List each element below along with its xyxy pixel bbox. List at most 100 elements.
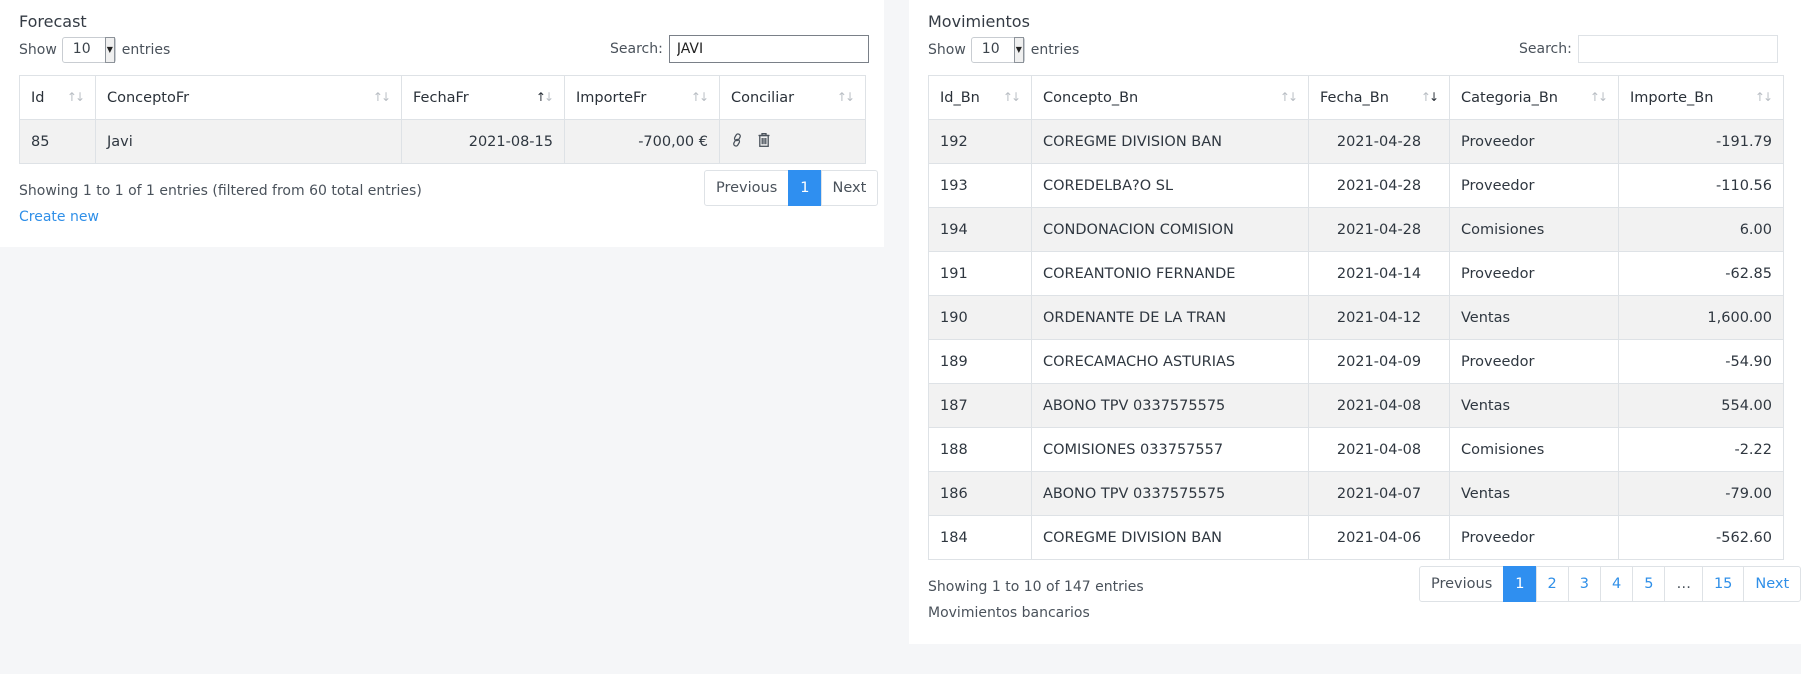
sort-icon: ↑↓ [1754, 90, 1773, 104]
cell-concepto: COREANTONIO FERNANDE [1031, 251, 1309, 296]
search-label: Search: [1519, 41, 1572, 57]
column-header-id-bn[interactable]: Id_Bn ↑↓ [928, 75, 1032, 120]
forecast-search-input[interactable] [668, 35, 869, 63]
cell-concepto: COREDELBA?O SL [1031, 163, 1309, 208]
pagination-page-1[interactable]: 1 [788, 170, 822, 206]
table-row: 190 ORDENANTE DE LA TRAN 2021-04-12 Vent… [928, 295, 1784, 340]
length-show-label: Show [928, 42, 966, 58]
movimientos-length-select[interactable]: 10 ▼ [970, 37, 1025, 63]
movimientos-table: Id_Bn ↑↓ Concepto_Bn ↑↓ Fecha_Bn ↑↓ Categor… [928, 75, 1784, 560]
forecast-panel: Forecast Show 10 ▼ entries Search: Id↑↓ … [0, 0, 884, 247]
column-header-importe-bn[interactable]: Importe_Bn ↑↓ [1618, 75, 1784, 120]
cell-id: 194 [928, 207, 1032, 252]
cell-importe: 554.00 [1618, 383, 1784, 428]
forecast-length-control: Show 10 ▼ entries [19, 37, 170, 63]
sort-icon: ↑↓ [1589, 90, 1608, 104]
sort-icon: ↑↓ [66, 90, 85, 104]
forecast-pagination: Previous 1 Next [704, 170, 879, 206]
sort-icon: ↑↓ [836, 90, 855, 104]
pagination-next[interactable]: Next [820, 170, 879, 206]
pagination-page-3[interactable]: 3 [1567, 566, 1601, 602]
cell-categoria: Proveedor [1449, 119, 1619, 164]
table-row: 186 ABONO TPV 0337575575 2021-04-07 Vent… [928, 471, 1784, 516]
column-header-fecha[interactable]: FechaFr ↑↓ [401, 75, 565, 120]
cell-concepto: ORDENANTE DE LA TRAN [1031, 295, 1309, 340]
cell-concepto: COREGME DIVISION BAN [1031, 119, 1309, 164]
link-icon[interactable] [731, 132, 743, 151]
pagination-previous[interactable]: Previous [1419, 566, 1505, 602]
cell-concepto: ABONO TPV 0337575575 [1031, 471, 1309, 516]
cell-categoria: Proveedor [1449, 251, 1619, 296]
length-select-value: 10 [981, 41, 1000, 57]
cell-categoria: Comisiones [1449, 207, 1619, 252]
cell-importe: -79.00 [1618, 471, 1784, 516]
sort-asc-icon: ↑↓ [535, 90, 554, 104]
cell-id: 187 [928, 383, 1032, 428]
cell-categoria: Ventas [1449, 471, 1619, 516]
cell-categoria: Ventas [1449, 295, 1619, 340]
search-label: Search: [610, 41, 663, 57]
forecast-header-row: Id ↑↓ ConceptoFr ↑↓ FechaFr ↑↓ ImporteFr ↑↓ … [19, 75, 866, 120]
cell-concepto: COREGME DIVISION BAN [1031, 515, 1309, 560]
movimientos-length-control: Show 10 ▼ entries [928, 37, 1079, 63]
cell-fecha: 2021-04-28 [1308, 163, 1450, 208]
table-row: 85 Javi 2021-08-15 -700,00 € [19, 119, 866, 164]
forecast-search: Search: [610, 35, 869, 63]
cell-importe: -562.60 [1618, 515, 1784, 560]
forecast-length-select[interactable]: 10 ▼ [61, 37, 116, 63]
pagination-page-5[interactable]: 5 [1632, 566, 1666, 602]
cell-importe: -110.56 [1618, 163, 1784, 208]
table-row: 187 ABONO TPV 0337575575 2021-04-08 Vent… [928, 383, 1784, 428]
sort-icon: ↑↓ [372, 90, 391, 104]
forecast-title: Forecast [19, 12, 87, 31]
trash-icon[interactable] [758, 132, 770, 151]
cell-categoria: Proveedor [1449, 515, 1619, 560]
column-header-concepto[interactable]: ConceptoFr ↑↓ [95, 75, 402, 120]
pagination-previous[interactable]: Previous [704, 170, 790, 206]
movimientos-footer-label: Movimientos bancarios [928, 605, 1090, 621]
cell-id: 85 [19, 119, 96, 164]
pagination-page-1[interactable]: 1 [1503, 566, 1537, 602]
cell-fecha: 2021-04-08 [1308, 383, 1450, 428]
create-new-link[interactable]: Create new [19, 209, 99, 225]
cell-categoria: Proveedor [1449, 163, 1619, 208]
cell-id: 193 [928, 163, 1032, 208]
table-row: 191 COREANTONIO FERNANDE 2021-04-14 Prov… [928, 251, 1784, 296]
cell-id: 188 [928, 427, 1032, 472]
cell-id: 189 [928, 339, 1032, 384]
chevron-down-icon: ▼ [1013, 37, 1024, 63]
column-header-conciliar[interactable]: Conciliar ↑↓ [719, 75, 866, 120]
movimientos-search-input[interactable] [1577, 35, 1778, 63]
pagination-page-2[interactable]: 2 [1535, 566, 1569, 602]
movimientos-pagination: Previous 1 2 3 4 5 … 15 Next [1419, 566, 1801, 602]
cell-fecha: 2021-04-28 [1308, 119, 1450, 164]
movimientos-table-info: Showing 1 to 10 of 147 entries [928, 579, 1144, 595]
cell-importe: -62.85 [1618, 251, 1784, 296]
column-header-concepto-bn[interactable]: Concepto_Bn ↑↓ [1031, 75, 1309, 120]
cell-concepto: ABONO TPV 0337575575 [1031, 383, 1309, 428]
cell-id: 186 [928, 471, 1032, 516]
column-header-id[interactable]: Id ↑↓ [19, 75, 96, 120]
column-header-importe[interactable]: ImporteFr ↑↓ [564, 75, 720, 120]
cell-fecha: 2021-04-12 [1308, 295, 1450, 340]
column-header-categoria-bn[interactable]: Categoria_Bn ↑↓ [1449, 75, 1619, 120]
movimientos-search: Search: [1519, 35, 1778, 63]
cell-fecha: 2021-04-28 [1308, 207, 1450, 252]
pagination-next[interactable]: Next [1743, 566, 1801, 602]
cell-importe: -700,00 € [564, 119, 720, 164]
pagination-page-15[interactable]: 15 [1701, 566, 1745, 602]
pagination-ellipsis: … [1664, 566, 1703, 602]
cell-categoria: Ventas [1449, 383, 1619, 428]
movimientos-header-row: Id_Bn ↑↓ Concepto_Bn ↑↓ Fecha_Bn ↑↓ Categor… [928, 75, 1784, 120]
pagination-page-4[interactable]: 4 [1599, 566, 1634, 602]
length-select-value: 10 [72, 41, 91, 57]
cell-id: 192 [928, 119, 1032, 164]
column-header-fecha-bn[interactable]: Fecha_Bn ↑↓ [1308, 75, 1450, 120]
sort-icon: ↑↓ [1002, 90, 1021, 104]
cell-importe: -2.22 [1618, 427, 1784, 472]
cell-id: 184 [928, 515, 1032, 560]
cell-concepto: COMISIONES 033757557 [1031, 427, 1309, 472]
movimientos-title: Movimientos [928, 12, 1030, 31]
sort-icon: ↑↓ [1279, 90, 1298, 104]
cell-concepto: CORECAMACHO ASTURIAS [1031, 339, 1309, 384]
